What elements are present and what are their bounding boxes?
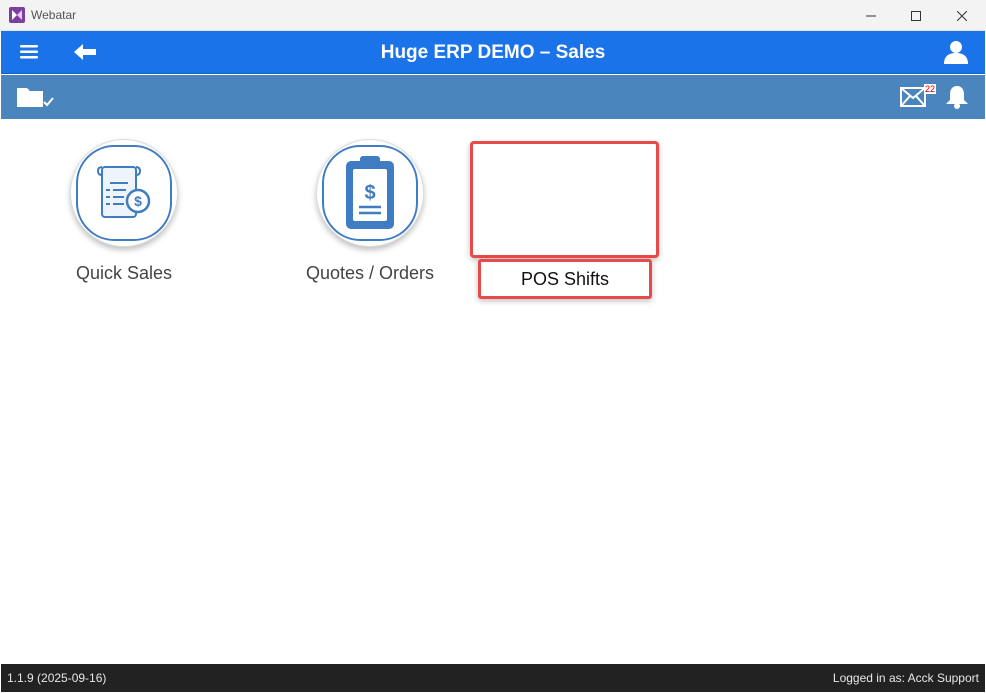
notifications-button[interactable] — [943, 83, 971, 111]
sub-toolbar — [1, 75, 985, 119]
window-title: Webatar — [31, 8, 77, 22]
tile-label-pos-shifts[interactable]: POS Shifts — [478, 259, 652, 299]
clipboard-dollar-icon: $ — [346, 156, 394, 229]
minimize-icon — [866, 15, 876, 16]
back-button[interactable] — [71, 40, 99, 64]
mail-icon — [900, 87, 926, 107]
logged-in-label: Logged in as: Acck Support — [832, 671, 979, 685]
tile-pos-shifts[interactable] — [470, 141, 659, 258]
bell-icon — [946, 86, 968, 109]
svg-text:$: $ — [134, 193, 142, 209]
tile-quotes-orders[interactable]: $ Quotes / Orders — [276, 139, 466, 289]
app-header: Huge ERP DEMO – Sales — [1, 31, 985, 74]
close-icon — [957, 10, 967, 21]
mail-button[interactable] — [899, 84, 927, 110]
mail-count-badge: 22 — [924, 84, 937, 94]
tile-icon-frame: $ — [70, 139, 178, 247]
menu-button[interactable] — [16, 40, 42, 64]
tile-label: Quick Sales — [75, 263, 173, 283]
invoice-dollar-icon: $ — [96, 166, 151, 218]
maximize-button[interactable] — [893, 0, 939, 31]
folder-check-icon — [17, 88, 54, 107]
status-footer: 1.1.9 (2025-09-16) Logged in as: Acck Su… — [1, 664, 985, 692]
back-arrow-icon — [74, 44, 96, 60]
hamburger-menu-icon — [20, 45, 38, 59]
user-button[interactable] — [941, 37, 971, 67]
close-button[interactable] — [939, 0, 985, 31]
folder-button[interactable] — [15, 84, 57, 110]
page-title: Huge ERP DEMO – Sales — [380, 42, 606, 63]
version-label: 1.1.9 (2025-09-16) — [7, 671, 107, 685]
webatar-logo-icon — [9, 7, 25, 23]
svg-text:$: $ — [364, 182, 375, 204]
tile-icon-inner: $ — [322, 145, 418, 241]
minimize-button[interactable] — [848, 0, 894, 31]
tile-label: Quotes / Orders — [305, 263, 435, 283]
tile-quick-sales[interactable]: $ Quick Sales — [30, 139, 220, 289]
tile-icon-frame: $ — [316, 139, 424, 247]
tile-icon-inner: $ — [76, 145, 172, 241]
user-icon — [944, 41, 968, 64]
maximize-icon — [911, 10, 921, 21]
window-titlebar: Webatar — [0, 0, 986, 31]
